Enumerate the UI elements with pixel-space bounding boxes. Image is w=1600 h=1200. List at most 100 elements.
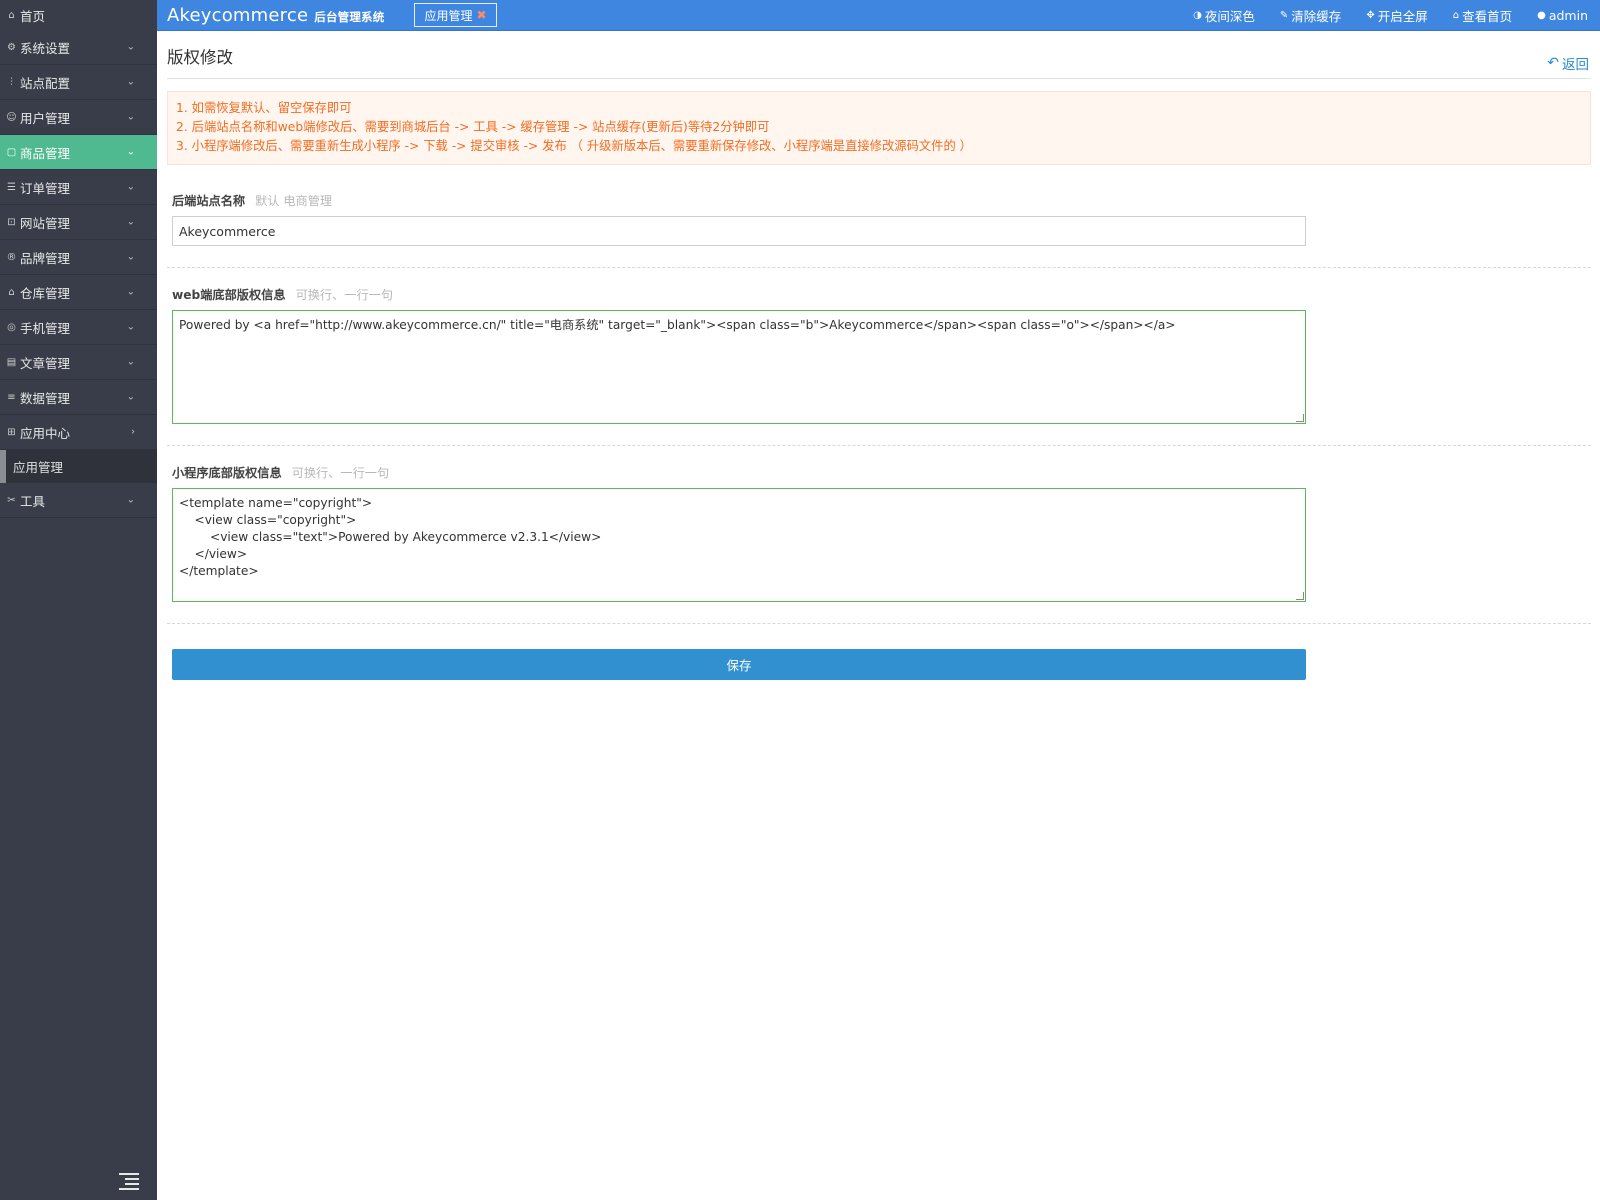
sidebar-item-mobile[interactable]: ◎ 手机管理 ⌄ [0,310,157,345]
home-icon: ⌂ [1452,9,1460,21]
chevron-down-icon: ⌄ [126,111,135,123]
sidebar-item-data[interactable]: ≡ 数据管理 ⌄ [0,380,157,415]
tip-line: 2. 后端站点名称和web端修改后、需要到商城后台 -> 工具 -> 缓存管理 … [176,120,770,134]
view-homepage-label: 查看首页 [1462,8,1513,24]
mini-copyright-label: 小程序底部版权信息 可换行、一行一句 [172,462,1586,482]
warehouse-icon: ⌂ [8,286,15,298]
sidebar-item-label: 品牌管理 [20,250,71,266]
open-tab-label: 应用管理 [424,8,473,23]
fullscreen-icon: ✥ [1366,9,1375,21]
gear-icon: ⚙ [7,41,16,53]
brand-name: Akeycommerce [167,4,309,26]
tip-line: 3. 小程序端修改后、需要重新生成小程序 -> 下载 -> 提交审核 -> 发布… [176,139,972,153]
order-icon: ☰ [7,181,16,193]
main-content: 版权修改 ↶ 返回 1. 如需恢复默认、留空保存即可 2. 后端站点名称和web… [167,31,1591,680]
sidebar-item-site-config[interactable]: ⫶ 站点配置 ⌄ [0,65,157,100]
fullscreen-button[interactable]: ✥ 开启全屏 [1366,6,1427,25]
clear-cache-label: 清除缓存 [1291,8,1342,24]
sidebar-item-label: 站点配置 [20,75,71,91]
sidebar-item-label: 工具 [20,493,46,509]
chevron-down-icon: ⌄ [126,286,135,298]
web-copyright-textarea[interactable]: Powered by <a href="http://www.akeycomme… [172,310,1306,424]
sidebar-item-tools[interactable]: ✂ 工具 ⌄ [0,483,157,518]
close-icon[interactable]: ✖ [476,8,486,22]
sidebar-item-label: 应用中心 [20,425,71,441]
sidebar-item-app-center[interactable]: ⊞ 应用中心 › [0,415,157,450]
brand-subtitle: 后台管理系统 [314,9,385,24]
tip-line: 1. 如需恢复默认、留空保存即可 [176,101,352,115]
divider [167,445,1591,446]
apps-icon: ⊞ [7,426,16,438]
divider [167,267,1591,268]
site-name-hint: 默认 电商管理 [255,194,333,208]
night-mode-button[interactable]: ◑ 夜间深色 [1193,6,1255,25]
fullscreen-label: 开启全屏 [1377,8,1428,24]
sidebar-item-goods[interactable]: ▢ 商品管理 ⌄ [0,135,157,170]
sidebar-item-warehouse[interactable]: ⌂ 仓库管理 ⌄ [0,275,157,310]
brand-icon: ® [6,251,17,263]
page-header: 版权修改 ↶ 返回 [167,31,1591,79]
chevron-down-icon: ⌄ [126,146,135,158]
chevron-down-icon: ⌄ [126,391,135,403]
sidebar-item-articles[interactable]: ▤ 文章管理 ⌄ [0,345,157,380]
site-name-label: 后端站点名称 默认 电商管理 [172,190,1586,210]
site-name-input[interactable]: Akeycommerce [172,216,1306,246]
sidebar-item-label: 订单管理 [20,180,71,196]
mini-copyright-label-text: 小程序底部版权信息 [172,466,282,480]
mini-copyright-hint: 可换行、一行一句 [291,466,390,480]
mobile-icon: ◎ [7,321,16,333]
sidebar-item-label: 系统设置 [20,40,71,56]
sidebar-item-system-settings[interactable]: ⚙ 系统设置 ⌄ [0,30,157,65]
user-icon: ☺ [6,111,17,123]
open-tab-app-management[interactable]: 应用管理 ✖ [414,3,497,27]
username: admin [1548,7,1588,23]
sidebar-item-label: 文章管理 [20,355,71,371]
home-icon: ⌂ [8,9,15,21]
sidebar-item-brands[interactable]: ® 品牌管理 ⌄ [0,240,157,275]
view-homepage-button[interactable]: ⌂ 查看首页 [1453,6,1512,25]
sidebar-item-label: 首页 [20,8,46,24]
chevron-down-icon: ⌄ [126,41,135,53]
contrast-icon: ◑ [1193,9,1202,21]
chevron-down-icon: ⌄ [126,216,135,228]
web-copyright-label: web端底部版权信息 可换行、一行一句 [172,284,1586,304]
clear-cache-button[interactable]: ✎ 清除缓存 [1280,6,1341,25]
article-icon: ▤ [6,356,17,368]
goods-icon: ▢ [6,146,17,158]
back-button[interactable]: ↶ 返回 [1547,53,1589,73]
tips-box: 1. 如需恢复默认、留空保存即可 2. 后端站点名称和web端修改后、需要到商城… [167,91,1591,165]
sidebar-item-label: 用户管理 [20,110,71,126]
chevron-right-icon: › [131,426,135,438]
brand-logo: Akeycommerce 后台管理系统 [167,5,384,26]
back-label: 返回 [1562,57,1589,73]
site-name-row: 后端站点名称 默认 电商管理 Akeycommerce [167,190,1591,246]
sidebar-item-label: 手机管理 [20,320,71,336]
sidebar-item-users[interactable]: ☺ 用户管理 ⌄ [0,100,157,135]
chevron-down-icon: ⌄ [126,76,135,88]
database-icon: ≡ [7,391,16,403]
page-title: 版权修改 [167,47,233,67]
reply-icon: ↶ [1547,55,1559,71]
chevron-down-icon: ⌄ [126,251,135,263]
sidebar-item-label: 商品管理 [20,145,71,161]
user-menu[interactable]: ● admin [1537,8,1588,23]
user-icon: ● [1537,9,1546,21]
mini-copyright-textarea[interactable]: <template name="copyright"> <view class=… [172,488,1306,602]
sidebar-item-home[interactable]: ⌂ 首页 [0,0,157,30]
sidebar-subitem-app-management[interactable]: 应用管理 [0,450,157,483]
web-copyright-row: web端底部版权信息 可换行、一行一句 Powered by <a href="… [167,284,1591,424]
sidebar-item-orders[interactable]: ☰ 订单管理 ⌄ [0,170,157,205]
chevron-down-icon: ⌄ [126,321,135,333]
sidebar-item-website[interactable]: ⊡ 网站管理 ⌄ [0,205,157,240]
chevron-down-icon: ⌄ [126,181,135,193]
divider [167,623,1591,624]
sidebar-item-label: 网站管理 [20,215,71,231]
sidebar-item-label: 数据管理 [20,390,71,406]
site-name-label-text: 后端站点名称 [172,194,246,208]
web-copyright-hint: 可换行、一行一句 [295,288,394,302]
tools-icon: ✂ [7,494,16,506]
save-button[interactable]: 保存 [172,649,1306,680]
sidebar-collapse-icon[interactable] [119,1170,139,1190]
night-mode-label: 夜间深色 [1204,8,1255,24]
sliders-icon: ⫶ [10,76,13,88]
